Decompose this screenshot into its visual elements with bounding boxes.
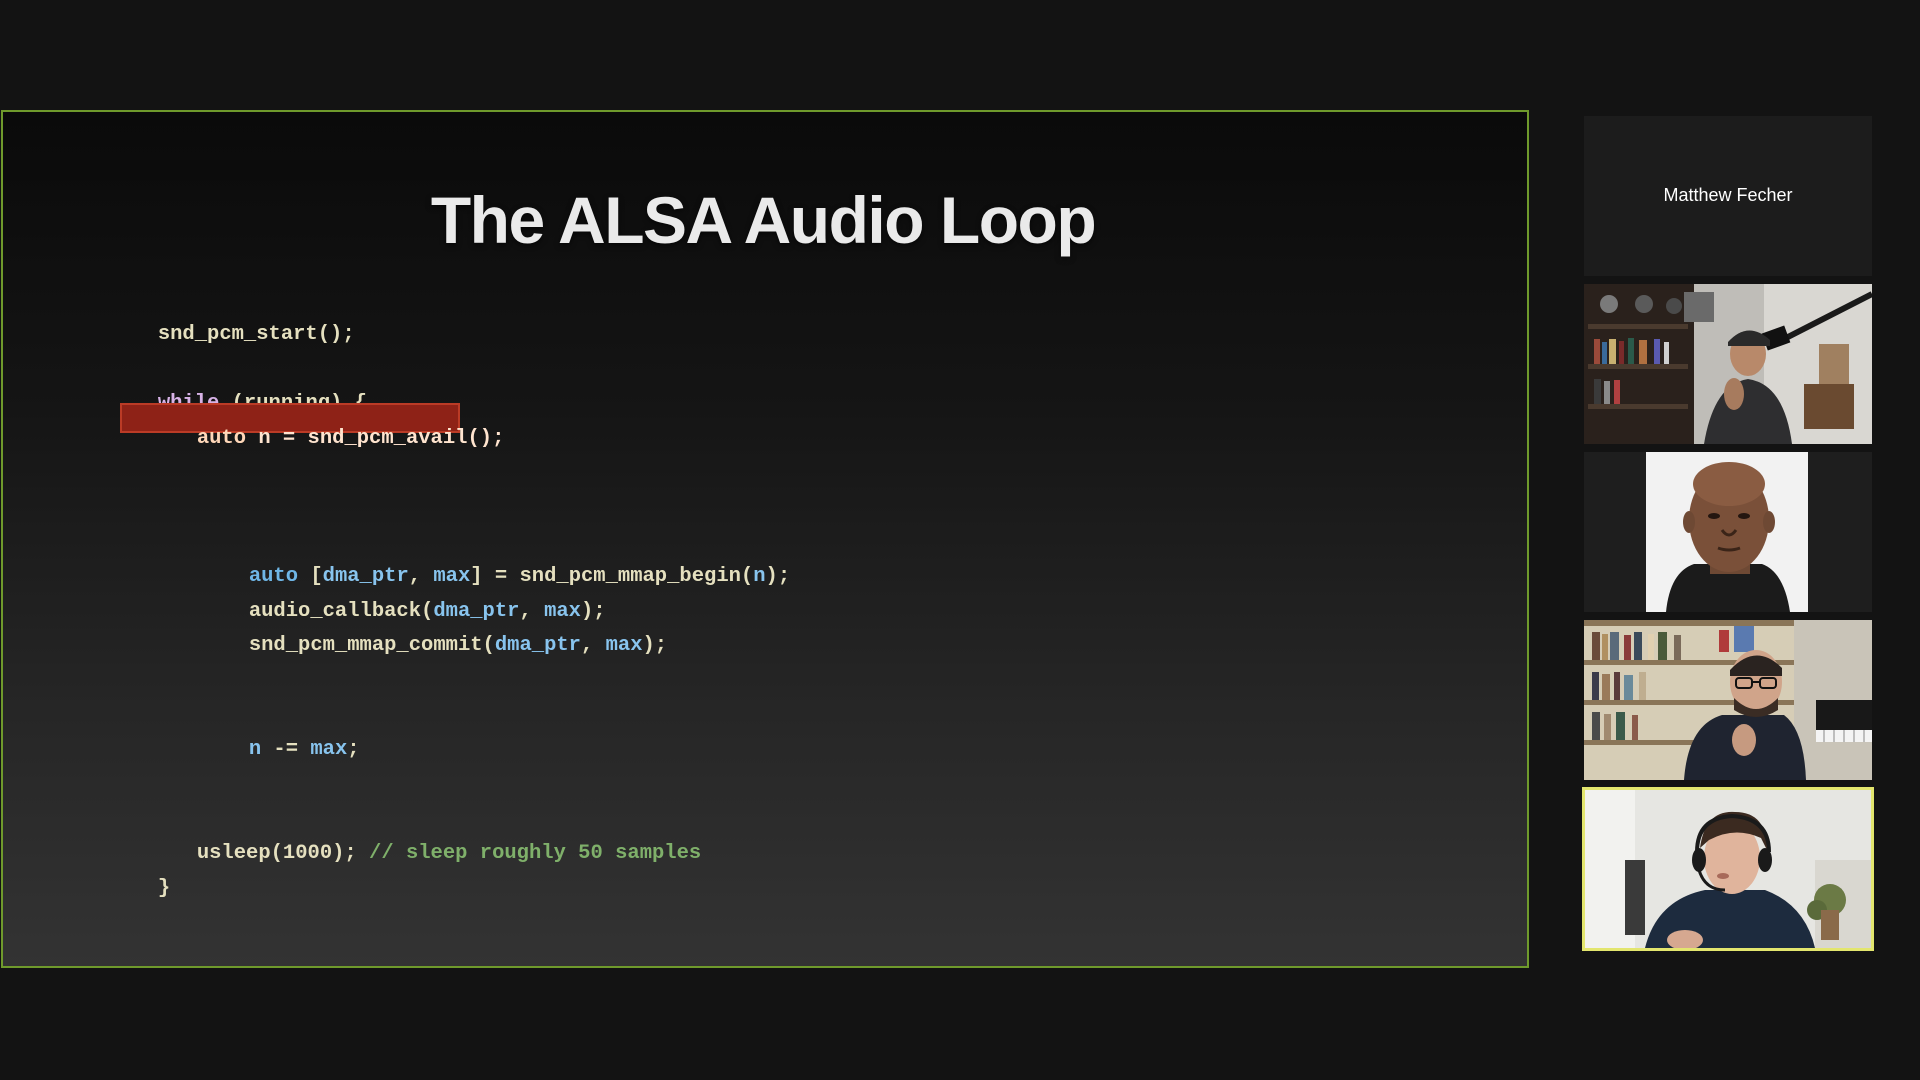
participant-video — [1585, 790, 1871, 948]
slide-title: The ALSA Audio Loop — [430, 183, 1097, 257]
code-line-1: snd_pcm_start(); — [157, 322, 355, 346]
participant-video — [1584, 452, 1872, 612]
participant-name: Matthew Fecher — [1663, 185, 1793, 205]
code-line-7: n -= max; — [248, 737, 360, 761]
participant-video-tile[interactable] — [1584, 284, 1872, 444]
code-line-3-highlighted: auto n = snd_pcm_avail(); — [196, 426, 505, 450]
participant-video — [1584, 284, 1872, 444]
participant-video-tile-active-speaker[interactable] — [1582, 787, 1874, 951]
code-line-8: usleep(1000); // sleep roughly 50 sample… — [196, 841, 702, 865]
participant-video-tile[interactable] — [1584, 452, 1872, 612]
shared-screen-slide: The ALSA Audio Loop snd_pcm_start(); whi… — [1, 110, 1529, 968]
participant-video — [1584, 620, 1872, 780]
code-line-9: } — [157, 876, 171, 900]
code-line-6: snd_pcm_mmap_commit(dma_ptr, max); — [248, 633, 668, 657]
participant-tile-name-only[interactable]: Matthew Fecher — [1584, 116, 1872, 276]
meeting-window: The ALSA Audio Loop snd_pcm_start(); whi… — [0, 0, 1920, 1080]
participant-video-tile[interactable] — [1584, 620, 1872, 780]
